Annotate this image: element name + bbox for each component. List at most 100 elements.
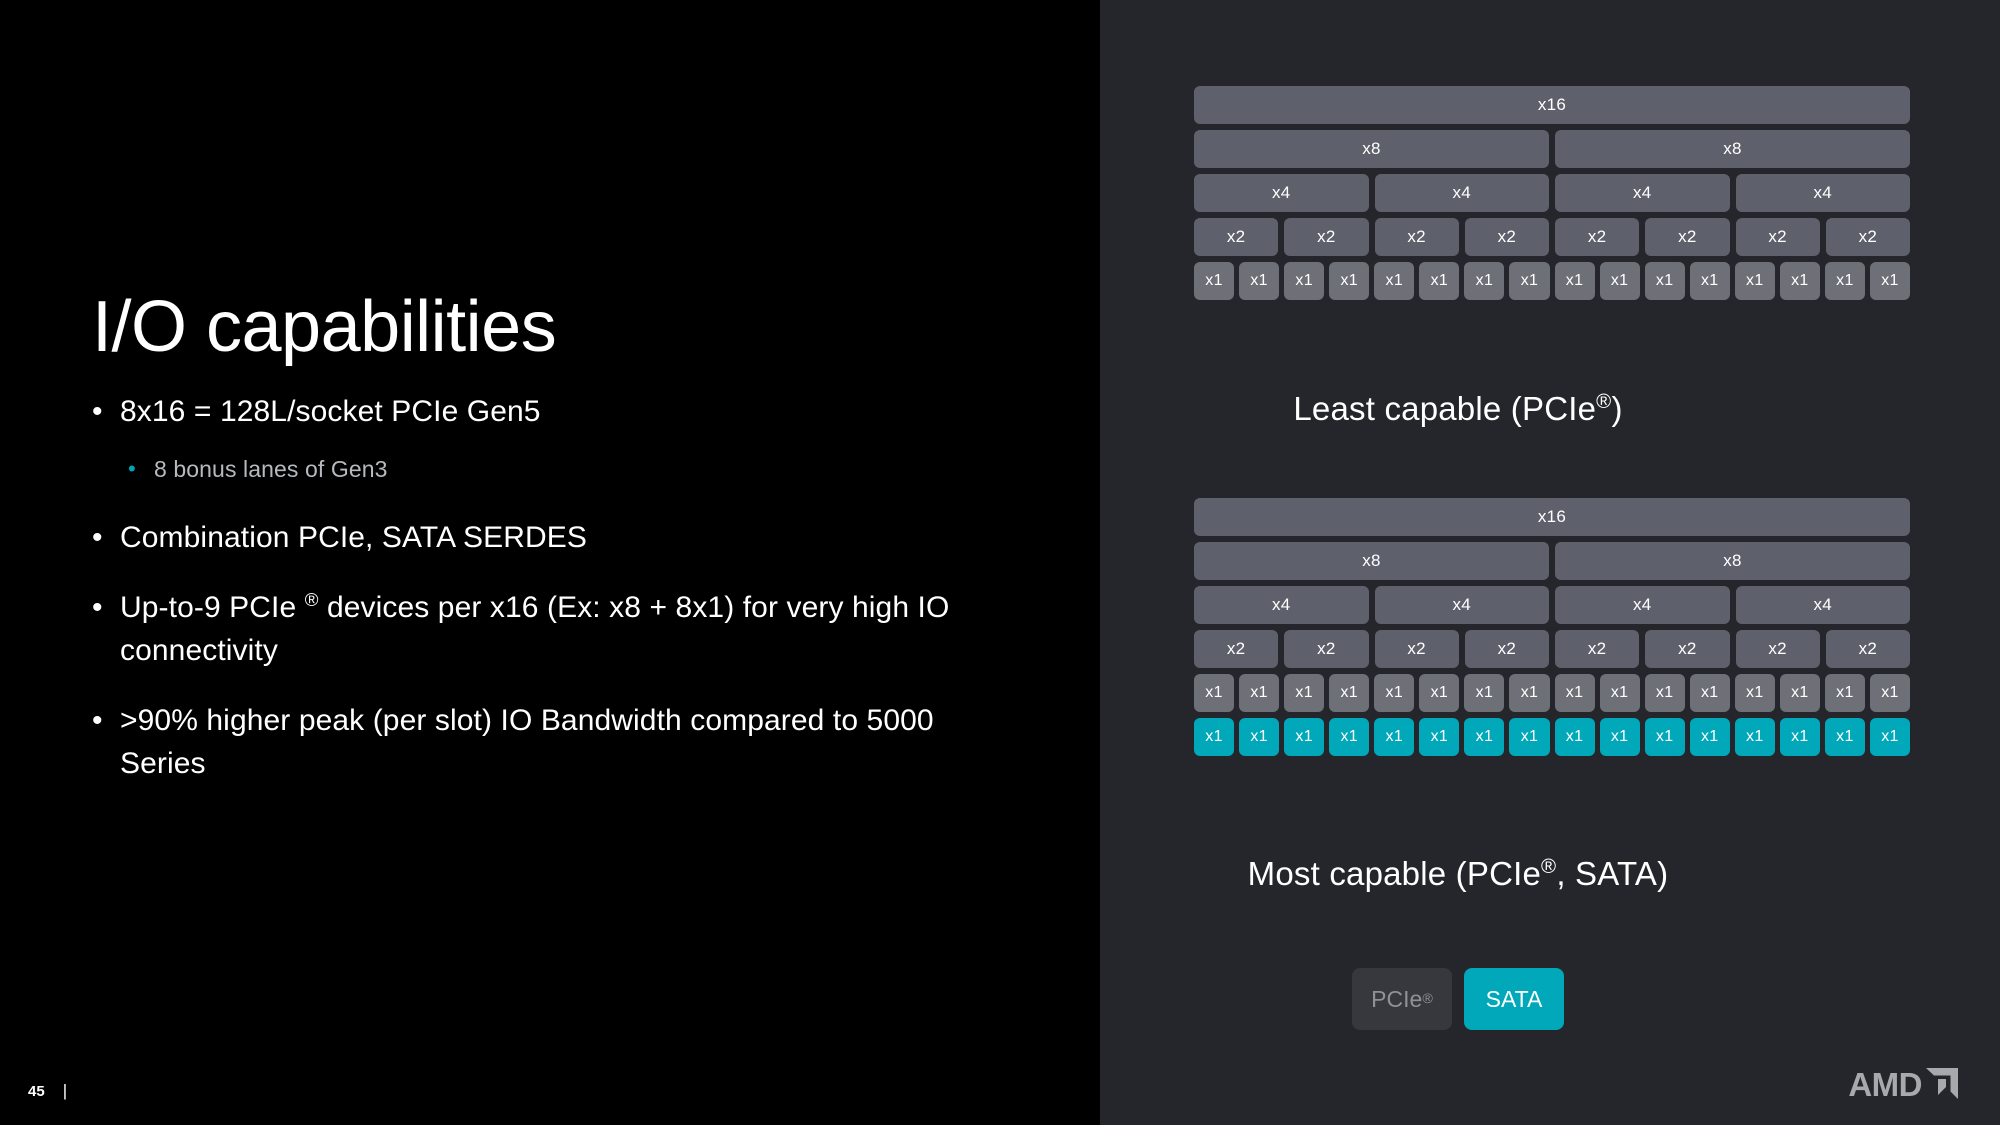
lane-row-x8: x8 x8 bbox=[1194, 542, 1910, 580]
lane-box-x1[interactable]: x1 bbox=[1509, 262, 1550, 300]
lane-box-x1[interactable]: x1 bbox=[1554, 674, 1595, 712]
lane-box-x4[interactable]: x4 bbox=[1374, 174, 1549, 212]
bullet-item: • 8x16 = 128L/socket PCIe Gen5 bbox=[92, 390, 962, 434]
lane-box-x1[interactable]: x1 bbox=[1599, 718, 1640, 756]
lane-box-x1[interactable]: x1 bbox=[1869, 674, 1910, 712]
lane-box-x2[interactable]: x2 bbox=[1825, 218, 1910, 256]
lane-box-x16[interactable]: x16 bbox=[1194, 498, 1910, 536]
lane-row-x4: x4 x4 x4 x4 bbox=[1194, 174, 1910, 212]
lane-box-x2[interactable]: x2 bbox=[1284, 218, 1369, 256]
lane-box-x1[interactable]: x1 bbox=[1644, 262, 1685, 300]
lane-box-x1[interactable]: x1 bbox=[1869, 262, 1910, 300]
lane-box-x2[interactable]: x2 bbox=[1555, 630, 1640, 668]
lane-box-x4[interactable]: x4 bbox=[1194, 174, 1369, 212]
lane-box-x1[interactable]: x1 bbox=[1464, 718, 1505, 756]
lane-box-x8[interactable]: x8 bbox=[1194, 542, 1549, 580]
lane-box-x4[interactable]: x4 bbox=[1555, 174, 1730, 212]
lane-box-x2[interactable]: x2 bbox=[1284, 630, 1369, 668]
lane-box-x1[interactable]: x1 bbox=[1239, 718, 1280, 756]
bullet-marker-icon: • bbox=[92, 395, 103, 428]
lane-box-x1[interactable]: x1 bbox=[1869, 718, 1910, 756]
lane-box-x1[interactable]: x1 bbox=[1374, 262, 1415, 300]
lane-box-x4[interactable]: x4 bbox=[1374, 586, 1549, 624]
lane-box-x1[interactable]: x1 bbox=[1284, 674, 1325, 712]
lane-box-x4[interactable]: x4 bbox=[1735, 586, 1910, 624]
bullet-text: 8 bonus lanes of Gen3 bbox=[154, 455, 388, 482]
lane-box-x2[interactable]: x2 bbox=[1555, 218, 1640, 256]
caption-least-capable: Least capable (PCIe®) bbox=[1100, 390, 1816, 428]
lane-box-x1[interactable]: x1 bbox=[1329, 674, 1370, 712]
amd-logo: AMD bbox=[1848, 1067, 1958, 1101]
bullet-item: • Up-to-9 PCIe ® devices per x16 (Ex: x8 … bbox=[92, 586, 962, 673]
lane-box-x8[interactable]: x8 bbox=[1555, 130, 1910, 168]
lane-box-x1[interactable]: x1 bbox=[1509, 674, 1550, 712]
lane-box-x1[interactable]: x1 bbox=[1599, 674, 1640, 712]
lane-row-x1-sata: x1 x1 x1 x1 x1 x1 x1 x1 x1 x1 x1 x1 x1 x1 x1 x1 bbox=[1194, 718, 1910, 756]
lane-box-x1[interactable]: x1 bbox=[1644, 718, 1685, 756]
lane-box-x1[interactable]: x1 bbox=[1554, 718, 1595, 756]
lane-box-x4[interactable]: x4 bbox=[1555, 586, 1730, 624]
lane-box-x1[interactable]: x1 bbox=[1779, 674, 1820, 712]
lane-box-x2[interactable]: x2 bbox=[1735, 630, 1820, 668]
lane-box-x1[interactable]: x1 bbox=[1779, 262, 1820, 300]
lane-box-x1[interactable]: x1 bbox=[1329, 718, 1370, 756]
lane-box-x8[interactable]: x8 bbox=[1194, 130, 1549, 168]
lane-box-x1[interactable]: x1 bbox=[1509, 718, 1550, 756]
lane-box-x1[interactable]: x1 bbox=[1734, 718, 1775, 756]
caption-text-pre: Most capable (PCIe bbox=[1247, 855, 1542, 892]
lane-box-x1[interactable]: x1 bbox=[1689, 718, 1730, 756]
lane-box-x4[interactable]: x4 bbox=[1735, 174, 1910, 212]
lane-box-x1[interactable]: x1 bbox=[1824, 262, 1865, 300]
lane-row-x8: x8 x8 bbox=[1194, 130, 1910, 168]
lane-box-x2[interactable]: x2 bbox=[1464, 218, 1549, 256]
lane-box-x1[interactable]: x1 bbox=[1554, 262, 1595, 300]
lane-box-x1[interactable]: x1 bbox=[1689, 674, 1730, 712]
lane-box-x1[interactable]: x1 bbox=[1194, 718, 1235, 756]
lane-diagram-least-capable: x16 x8 x8 x4 x4 x4 x4 x2 x2 x2 x2 x2 x2 x2 x2 x1 x1 x1 x1 x… bbox=[1194, 86, 1910, 306]
lane-box-x16[interactable]: x16 bbox=[1194, 86, 1910, 124]
lane-box-x8[interactable]: x8 bbox=[1555, 542, 1910, 580]
lane-box-x1[interactable]: x1 bbox=[1644, 674, 1685, 712]
lane-box-x1[interactable]: x1 bbox=[1284, 718, 1325, 756]
lane-row-x4: x4 x4 x4 x4 bbox=[1194, 586, 1910, 624]
lane-box-x2[interactable]: x2 bbox=[1194, 630, 1279, 668]
lane-box-x1[interactable]: x1 bbox=[1239, 674, 1280, 712]
lane-box-x1[interactable]: x1 bbox=[1419, 718, 1460, 756]
lane-box-x1[interactable]: x1 bbox=[1734, 674, 1775, 712]
lane-box-x1[interactable]: x1 bbox=[1419, 262, 1460, 300]
lane-box-x1[interactable]: x1 bbox=[1824, 718, 1865, 756]
lane-box-x4[interactable]: x4 bbox=[1194, 586, 1369, 624]
lane-box-x2[interactable]: x2 bbox=[1374, 218, 1459, 256]
lane-row-x16: x16 bbox=[1194, 498, 1910, 536]
lane-box-x1[interactable]: x1 bbox=[1599, 262, 1640, 300]
legend-chip-label: SATA bbox=[1485, 985, 1543, 1012]
lane-box-x1[interactable]: x1 bbox=[1374, 718, 1415, 756]
lane-box-x2[interactable]: x2 bbox=[1374, 630, 1459, 668]
lane-box-x1[interactable]: x1 bbox=[1689, 262, 1730, 300]
lane-box-x1[interactable]: x1 bbox=[1734, 262, 1775, 300]
lane-box-x1[interactable]: x1 bbox=[1464, 262, 1505, 300]
lane-box-x1[interactable]: x1 bbox=[1194, 674, 1235, 712]
lane-box-x2[interactable]: x2 bbox=[1464, 630, 1549, 668]
lane-box-x2[interactable]: x2 bbox=[1645, 218, 1730, 256]
lane-box-x1[interactable]: x1 bbox=[1824, 674, 1865, 712]
lane-box-x1[interactable]: x1 bbox=[1419, 674, 1460, 712]
lane-box-x1[interactable]: x1 bbox=[1464, 674, 1505, 712]
legend-chip-sata[interactable]: SATA bbox=[1464, 968, 1564, 1030]
lane-box-x2[interactable]: x2 bbox=[1735, 218, 1820, 256]
legend-chip-pcie[interactable]: PCIe ® bbox=[1352, 968, 1452, 1030]
lane-box-x2[interactable]: x2 bbox=[1645, 630, 1730, 668]
lane-box-x2[interactable]: x2 bbox=[1194, 218, 1279, 256]
bullet-text: Up-to-9 PCIe ® devices per x16 (Ex: x8 +… bbox=[120, 586, 962, 673]
caption-text-post: ) bbox=[1611, 390, 1623, 427]
caption-most-capable: Most capable (PCIe®, SATA) bbox=[1100, 855, 1816, 893]
lane-box-x1[interactable]: x1 bbox=[1329, 262, 1370, 300]
lane-box-x1[interactable]: x1 bbox=[1284, 262, 1325, 300]
lane-box-x1[interactable]: x1 bbox=[1779, 718, 1820, 756]
lane-box-x2[interactable]: x2 bbox=[1825, 630, 1910, 668]
lane-box-x1[interactable]: x1 bbox=[1239, 262, 1280, 300]
left-content-panel: I/O capabilities • 8x16 = 128L/socket PCI… bbox=[0, 0, 1100, 1125]
lane-box-x1[interactable]: x1 bbox=[1194, 262, 1235, 300]
bullet-marker-icon: • bbox=[92, 521, 103, 554]
lane-box-x1[interactable]: x1 bbox=[1374, 674, 1415, 712]
